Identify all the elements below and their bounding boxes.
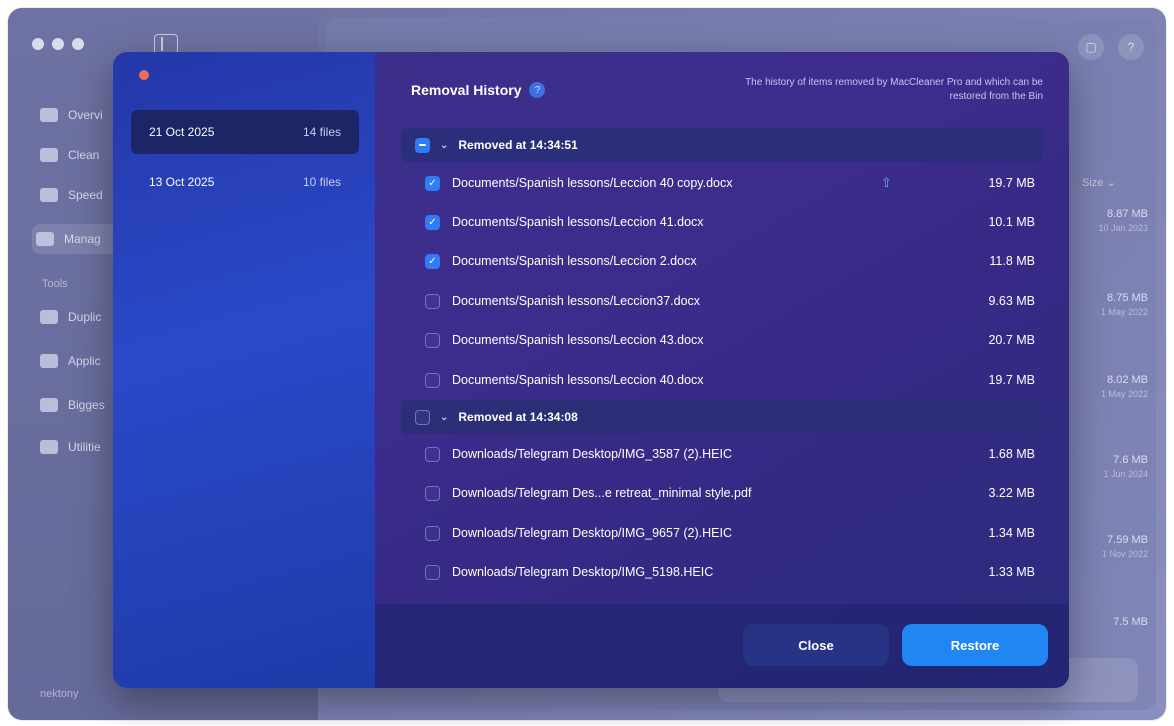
group-checkbox[interactable]: [415, 409, 430, 425]
file-path: Downloads/Telegram Desktop/IMG_3587 (2).…: [452, 447, 732, 461]
size-cell: 8.02 MB 1 May 2022: [1100, 374, 1148, 399]
file-row[interactable]: Documents/Spanish lessons/Leccion37.docx…: [425, 282, 1035, 320]
brand-logo: nektony: [40, 688, 79, 700]
group-checkbox[interactable]: [415, 137, 430, 153]
window-minimize-dot[interactable]: [52, 38, 64, 50]
file-checkbox[interactable]: [425, 446, 440, 462]
manage-icon: [36, 232, 54, 246]
sidebar-item-label: Manag: [64, 232, 101, 246]
file-path: Downloads/Telegram Des...e retreat_minim…: [452, 486, 752, 500]
speed-icon: [40, 188, 58, 202]
chat-icon[interactable]: ▢: [1078, 34, 1104, 60]
group-title: Removed at 14:34:08: [458, 410, 578, 424]
removal-group-header[interactable]: ⌄ Removed at 14:34:08: [401, 400, 1043, 434]
utilities-icon: [40, 440, 58, 454]
file-size: 9.63 MB: [988, 294, 1035, 308]
file-row[interactable]: Downloads/Telegram Des...e retreat_minim…: [425, 474, 1035, 512]
dialog-description: The history of items removed by MacClean…: [745, 77, 1043, 102]
file-path: Downloads/Telegram Desktop/IMG_9657 (2).…: [452, 526, 732, 540]
broom-icon: [40, 148, 58, 162]
file-row[interactable]: Documents/Spanish lessons/Leccion 43.doc…: [425, 321, 1035, 359]
sidebar-item-label: Clean: [68, 148, 100, 162]
sidebar-toggle-icon[interactable]: [154, 34, 178, 54]
history-date-item[interactable]: 13 Oct 2025 10 files: [131, 160, 359, 204]
help-icon[interactable]: ?: [529, 82, 546, 98]
chevron-down-icon[interactable]: ⌄: [440, 412, 448, 423]
size-cell: 7.5 MB: [1113, 616, 1148, 628]
dialog-close-dot[interactable]: [139, 70, 149, 80]
history-file-count: 10 files: [302, 175, 341, 189]
file-row[interactable]: ✓ Documents/Spanish lessons/Leccion 41.d…: [425, 203, 1035, 241]
applications-icon: [40, 354, 58, 368]
file-path: Downloads/Telegram Desktop/IMG_5198.HEIC: [452, 565, 714, 579]
close-button[interactable]: Close: [743, 624, 889, 666]
file-row[interactable]: Downloads/Telegram Desktop/IMG_9657 (2).…: [425, 514, 1035, 552]
file-checkbox[interactable]: ✓: [425, 214, 440, 230]
file-checkbox[interactable]: [425, 372, 440, 388]
removal-group-header[interactable]: ⌄ Removed at 14:34:51: [401, 128, 1043, 162]
file-row[interactable]: Documents/Spanish lessons/Leccion 40.doc…: [425, 361, 1035, 399]
sidebar-item-label: Overvi: [68, 108, 103, 122]
file-checkbox[interactable]: [425, 332, 440, 348]
history-date-item[interactable]: 21 Oct 2025 14 files: [131, 110, 359, 154]
file-checkbox[interactable]: [425, 485, 440, 501]
file-checkbox[interactable]: ✓: [425, 175, 440, 191]
file-path: Documents/Spanish lessons/Leccion 40.doc…: [452, 373, 704, 387]
file-size: 1.68 MB: [988, 447, 1035, 461]
file-size: 3.22 MB: [988, 486, 1035, 500]
file-path: Documents/Spanish lessons/Leccion 2.docx: [452, 254, 697, 268]
file-path: Documents/Spanish lessons/Leccion 41.doc…: [452, 215, 704, 229]
chevron-down-icon[interactable]: ⌄: [440, 140, 448, 151]
size-cell: 8.75 MB 1 May 2022: [1100, 292, 1148, 317]
group-title: Removed at 14:34:51: [458, 138, 578, 152]
size-cell: 7.59 MB 1 Nov 2022: [1101, 534, 1148, 559]
file-row[interactable]: Downloads/Telegram Desktop/IMG_5198.HEIC…: [425, 553, 1035, 591]
size-column-header[interactable]: Size ⌄: [1082, 176, 1116, 189]
file-row[interactable]: ✓ Documents/Spanish lessons/Leccion 2.do…: [425, 242, 1035, 280]
biggest-files-icon: [40, 398, 58, 412]
size-cell: 7.6 MB 1 Jun 2024: [1103, 454, 1148, 479]
file-path: Documents/Spanish lessons/Leccion 43.doc…: [452, 333, 704, 347]
file-size: 1.34 MB: [988, 526, 1035, 540]
sidebar-item-label: Applic: [68, 354, 101, 368]
removal-history-dialog: 21 Oct 2025 14 files 13 Oct 2025 10 file…: [113, 52, 1069, 688]
file-size: 11.8 MB: [989, 254, 1035, 268]
duplicates-icon: [40, 310, 58, 324]
history-details-panel: Removal History ? The history of items r…: [375, 52, 1069, 688]
sidebar-item-label: Speed: [68, 188, 103, 202]
history-date: 21 Oct 2025: [149, 125, 215, 139]
file-size: 10.1 MB: [988, 215, 1035, 229]
tools-heading: Tools: [42, 278, 68, 290]
sidebar-item-label: Bigges: [68, 398, 105, 412]
dialog-footer: Close Restore: [375, 604, 1069, 688]
file-checkbox[interactable]: [425, 564, 440, 580]
file-size: 19.7 MB: [988, 373, 1035, 387]
file-path: Documents/Spanish lessons/Leccion37.docx: [452, 294, 701, 308]
file-row[interactable]: ✓ Documents/Spanish lessons/Leccion 40 c…: [425, 164, 1035, 202]
file-checkbox[interactable]: [425, 525, 440, 541]
dialog-title: Removal History ?: [411, 82, 546, 98]
size-cell: 8.87 MB 10 Jan 2023: [1098, 208, 1148, 233]
history-date: 13 Oct 2025: [149, 175, 215, 189]
file-checkbox[interactable]: ✓: [425, 253, 440, 269]
sidebar-item-label: Duplic: [68, 310, 102, 324]
restore-icon[interactable]: ⇧: [881, 175, 892, 191]
file-size: 1.33 MB: [988, 565, 1035, 579]
help-icon[interactable]: ?: [1118, 34, 1144, 60]
overview-icon: [40, 108, 58, 122]
history-dates-panel: 21 Oct 2025 14 files 13 Oct 2025 10 file…: [113, 52, 375, 688]
file-size: 19.7 MB: [988, 176, 1035, 190]
file-checkbox[interactable]: [425, 293, 440, 309]
history-file-count: 14 files: [302, 125, 341, 139]
restore-button[interactable]: Restore: [902, 624, 1048, 666]
sidebar-item-label: Utilitie: [68, 440, 101, 454]
file-size: 20.7 MB: [988, 333, 1035, 347]
window-zoom-dot[interactable]: [72, 38, 84, 50]
window-close-dot[interactable]: [32, 38, 44, 50]
file-path: Documents/Spanish lessons/Leccion 40 cop…: [452, 176, 733, 190]
file-row[interactable]: Downloads/Telegram Desktop/IMG_3587 (2).…: [425, 435, 1035, 473]
